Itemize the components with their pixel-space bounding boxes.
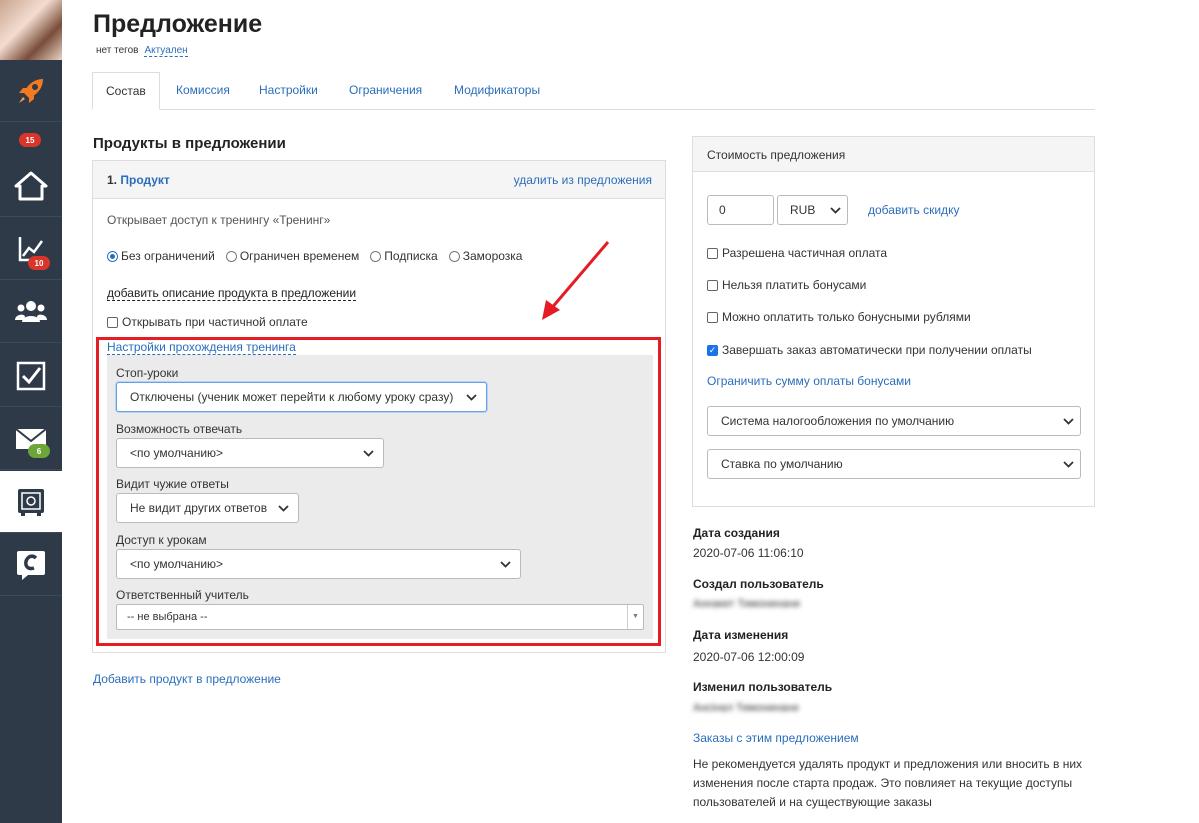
radio-label: Без ограничений xyxy=(121,249,215,263)
radio-button[interactable] xyxy=(448,250,460,262)
checkbox-label: Нельзя платить бонусами xyxy=(722,278,867,292)
sidebar-item-safe[interactable] xyxy=(0,471,62,533)
orders-link[interactable]: Заказы с этим предложением xyxy=(693,731,859,745)
chart-badge: 10 xyxy=(28,256,50,270)
select-value: RUB xyxy=(790,203,816,217)
sidebar-item-mail[interactable] xyxy=(0,408,62,470)
tags-text: нет тегов xyxy=(96,45,139,56)
radio-subscription[interactable]: Подписка xyxy=(370,249,438,263)
radio-freeze[interactable]: Заморозка xyxy=(448,249,523,263)
tab-modifiers[interactable]: Модификаторы xyxy=(454,72,540,110)
radio-label: Ограничен временем xyxy=(239,249,360,263)
radio-button[interactable] xyxy=(370,250,382,262)
partial-payment-open-checkbox[interactable]: Открывать при частичной оплате xyxy=(107,315,308,329)
radio-unlimited[interactable]: Без ограничений xyxy=(107,249,215,263)
radio-label: Подписка xyxy=(384,249,438,263)
highlight-frame xyxy=(96,337,661,646)
pricing-panel: Стоимость предложения 0 RUB добавить ски… xyxy=(692,136,1095,507)
rocket-badge: 15 xyxy=(19,133,41,147)
creator-value[interactable]: Аннакет Тимонинани xyxy=(693,598,800,610)
created-value: 2020-07-06 11:06:10 xyxy=(693,546,804,560)
warning-text: Не рекомендуется удалять продукт и предл… xyxy=(693,757,1083,809)
modified-value: 2020-07-06 12:00:09 xyxy=(693,650,805,664)
checkbox-label: Разрешена частичная оплата xyxy=(722,246,888,260)
checkbox[interactable] xyxy=(707,279,718,291)
checkbox[interactable] xyxy=(107,316,118,328)
checkbox[interactable] xyxy=(707,311,718,323)
home-icon xyxy=(14,171,48,200)
checkbox-label: Открывать при частичной оплате xyxy=(122,315,308,329)
currency-select[interactable]: RUB xyxy=(777,195,848,225)
add-discount-link[interactable]: добавить скидку xyxy=(868,203,959,217)
product-number: 1. xyxy=(107,173,118,187)
status-link[interactable]: Актуален xyxy=(144,45,188,57)
modifier-value[interactable]: Ансінал Тимонинани xyxy=(693,702,799,714)
checkbox-label: Можно оплатить только бонусными рублями xyxy=(722,310,971,324)
partial-payment-checkbox[interactable]: Разрешена частичная оплата xyxy=(707,246,887,260)
select-value: Система налогообложения по умолчанию xyxy=(721,414,955,428)
tax-rate-select[interactable]: Ставка по умолчанию xyxy=(707,449,1081,479)
sidebar-item-users[interactable] xyxy=(0,281,62,343)
user-avatar[interactable] xyxy=(0,0,62,60)
creator-label: Создал пользователь xyxy=(693,577,824,591)
add-product-link[interactable]: Добавить продукт в предложение xyxy=(93,672,281,686)
users-icon xyxy=(15,300,47,322)
auto-complete-checkbox[interactable]: ✓ Завершать заказ автоматически при полу… xyxy=(707,343,1032,357)
checkbox[interactable] xyxy=(707,247,718,259)
product-heading: 1. Продукт xyxy=(107,173,170,187)
checkbox-label: Завершать заказ автоматически при получе… xyxy=(722,343,1032,357)
tags-line: нет тегов Актуален xyxy=(96,45,188,57)
access-type-radios: Без ограничений Ограничен временем Подпи… xyxy=(107,249,522,263)
sidebar-item-tasks[interactable] xyxy=(0,345,62,407)
limit-bonus-link[interactable]: Ограничить сумму оплаты бонусами xyxy=(707,374,911,388)
tab-composition[interactable]: Состав xyxy=(92,72,160,110)
product-link[interactable]: Продукт xyxy=(120,173,169,187)
modifier-label: Изменил пользователь xyxy=(693,680,833,694)
tax-system-select[interactable]: Система налогообложения по умолчанию xyxy=(707,406,1081,436)
sidebar: 15 10 6 xyxy=(0,0,62,823)
chat-icon xyxy=(17,550,45,580)
access-description: Открывает доступ к тренингу «Тренинг» xyxy=(107,213,331,227)
bonus-only-checkbox[interactable]: Можно оплатить только бонусными рублями xyxy=(707,310,971,324)
radio-time-limited[interactable]: Ограничен временем xyxy=(225,249,360,263)
chevron-down-icon xyxy=(1063,450,1074,478)
tab-bar: Состав Комиссия Настройки Ограничения Мо… xyxy=(92,72,1095,110)
tab-commission[interactable]: Комиссия xyxy=(176,72,230,110)
annotation-arrow-icon xyxy=(542,241,610,320)
radio-button-checked[interactable] xyxy=(107,250,118,262)
sidebar-item-chat[interactable] xyxy=(0,534,62,596)
rocket-icon xyxy=(19,78,43,103)
product-panel-header: 1. Продукт удалить из предложения xyxy=(93,161,665,199)
checkbox-icon xyxy=(16,361,46,390)
safe-icon xyxy=(18,488,44,516)
page-title: Предложение xyxy=(93,10,263,38)
section-title: Продукты в предложении xyxy=(93,135,286,152)
radio-label: Заморозка xyxy=(462,249,523,263)
sidebar-item-chart[interactable] xyxy=(0,218,62,280)
radio-button[interactable] xyxy=(225,250,237,262)
tab-restrictions[interactable]: Ограничения xyxy=(349,72,422,110)
modified-label: Дата изменения xyxy=(693,628,789,642)
remove-from-offer-link[interactable]: удалить из предложения xyxy=(514,173,652,187)
checkbox-checked[interactable]: ✓ xyxy=(707,344,718,356)
select-value: Ставка по умолчанию xyxy=(721,457,843,471)
chevron-down-icon xyxy=(830,196,841,224)
add-description-link[interactable]: добавить описание продукта в предложении xyxy=(107,286,357,301)
chevron-down-icon xyxy=(1063,407,1074,435)
sidebar-item-home[interactable] xyxy=(0,155,62,217)
price-input[interactable]: 0 xyxy=(707,195,774,225)
created-label: Дата создания xyxy=(693,526,780,540)
no-bonus-checkbox[interactable]: Нельзя платить бонусами xyxy=(707,278,866,292)
sidebar-item-rocket[interactable] xyxy=(0,60,62,122)
tab-settings[interactable]: Настройки xyxy=(259,72,318,110)
mail-badge: 6 xyxy=(28,444,50,458)
pricing-title: Стоимость предложения xyxy=(693,137,1094,172)
